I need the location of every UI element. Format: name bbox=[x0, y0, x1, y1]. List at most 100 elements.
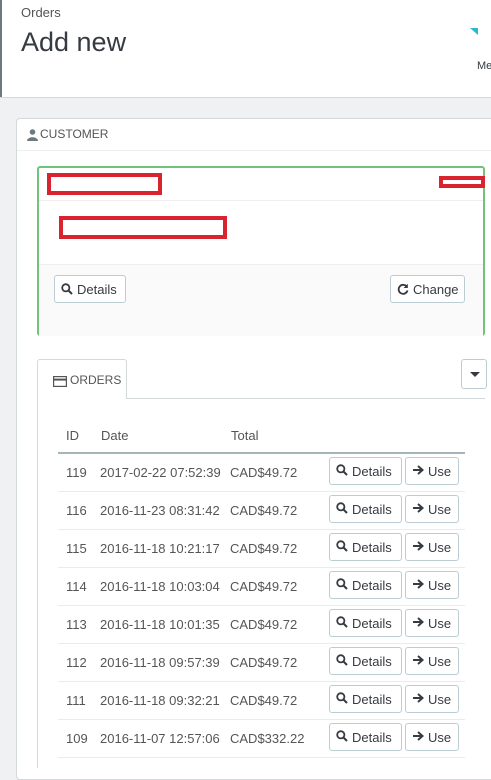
order-id: 114 bbox=[66, 579, 87, 594]
redacted-customer-email bbox=[59, 216, 227, 239]
use-order-button[interactable]: Use bbox=[405, 647, 459, 675]
customer-details-button[interactable]: Details bbox=[54, 275, 126, 303]
order-id: 115 bbox=[66, 541, 87, 556]
column-header-id: ID bbox=[66, 428, 79, 443]
arrow-right-icon bbox=[412, 464, 425, 479]
order-date: 2016-11-18 09:32:21 bbox=[100, 693, 220, 708]
order-date: 2016-11-23 08:31:42 bbox=[100, 503, 220, 518]
table-row: 111 2016-11-18 09:32:21 CAD$49.72 Details Us… bbox=[58, 681, 465, 720]
order-total: CAD$332.22 bbox=[230, 731, 305, 746]
caret-down-icon bbox=[470, 372, 480, 377]
order-total: CAD$49.72 bbox=[230, 541, 298, 556]
order-details-button[interactable]: Details bbox=[329, 457, 402, 485]
customer-card[interactable] bbox=[37, 166, 485, 336]
order-details-button[interactable]: Details bbox=[329, 723, 402, 751]
details-label: Details bbox=[77, 281, 117, 297]
order-date: 2016-11-18 09:57:39 bbox=[100, 655, 220, 670]
page-header: Orders Add new Me bbox=[0, 0, 491, 98]
order-date: 2017-02-22 07:52:39 bbox=[100, 465, 221, 480]
table-row: 116 2016-11-23 08:31:42 CAD$49.72 Details Us… bbox=[58, 491, 465, 530]
toolbar-icon[interactable] bbox=[470, 28, 478, 35]
search-icon bbox=[336, 577, 348, 593]
search-icon bbox=[336, 463, 348, 479]
tab-orders-label: ORDERS bbox=[70, 373, 122, 387]
order-id: 119 bbox=[66, 465, 87, 480]
more-options-dropdown[interactable] bbox=[461, 359, 487, 389]
details-label: Details bbox=[352, 577, 392, 593]
table-row: 112 2016-11-18 09:57:39 CAD$49.72 Details Us… bbox=[58, 643, 465, 682]
arrow-right-icon bbox=[412, 616, 425, 631]
search-icon bbox=[336, 539, 348, 555]
use-label: Use bbox=[428, 501, 452, 517]
order-id: 113 bbox=[66, 617, 87, 632]
search-icon bbox=[61, 283, 73, 295]
table-row: 109 2016-11-07 12:57:06 CAD$332.22 Details U… bbox=[58, 719, 465, 758]
details-label: Details bbox=[352, 729, 392, 745]
use-order-button[interactable]: Use bbox=[405, 457, 459, 485]
details-label: Details bbox=[352, 691, 392, 707]
arrow-right-icon bbox=[412, 692, 425, 707]
use-order-button[interactable]: Use bbox=[405, 685, 459, 713]
breadcrumb[interactable]: Orders bbox=[21, 5, 61, 20]
order-total: CAD$49.72 bbox=[230, 579, 298, 594]
order-id: 112 bbox=[66, 655, 87, 670]
panel-heading-label: CUSTOMER bbox=[40, 127, 109, 141]
order-total: CAD$49.72 bbox=[230, 655, 298, 670]
search-icon bbox=[336, 615, 348, 631]
search-icon bbox=[336, 501, 348, 517]
use-label: Use bbox=[428, 463, 452, 479]
redacted-customer-name bbox=[47, 173, 162, 195]
order-date: 2016-11-07 12:57:06 bbox=[100, 731, 220, 746]
order-date: 2016-11-18 10:01:35 bbox=[100, 617, 220, 632]
table-row: 119 2017-02-22 07:52:39 CAD$49.72 Details Us… bbox=[58, 453, 465, 492]
order-id: 109 bbox=[66, 731, 88, 746]
use-label: Use bbox=[428, 539, 452, 555]
order-details-button[interactable]: Details bbox=[329, 685, 402, 713]
details-label: Details bbox=[352, 463, 392, 479]
arrow-right-icon bbox=[412, 502, 425, 517]
order-date: 2016-11-18 10:03:04 bbox=[100, 579, 220, 594]
search-icon bbox=[336, 653, 348, 669]
order-details-button[interactable]: Details bbox=[329, 609, 402, 637]
table-row: 113 2016-11-18 10:01:35 CAD$49.72 Details Us… bbox=[58, 605, 465, 644]
use-order-button[interactable]: Use bbox=[405, 495, 459, 523]
arrow-right-icon bbox=[412, 540, 425, 555]
use-label: Use bbox=[428, 653, 452, 669]
order-details-button[interactable]: Details bbox=[329, 533, 402, 561]
user-icon bbox=[27, 128, 38, 146]
use-order-button[interactable]: Use bbox=[405, 723, 459, 751]
tab-orders[interactable]: ORDERS bbox=[37, 359, 127, 399]
order-total: CAD$49.72 bbox=[230, 617, 298, 632]
table-row: 114 2016-11-18 10:03:04 CAD$49.72 Details Us… bbox=[58, 567, 465, 606]
order-total: CAD$49.72 bbox=[230, 503, 298, 518]
order-id: 111 bbox=[66, 693, 86, 708]
order-details-button[interactable]: Details bbox=[329, 495, 402, 523]
change-label: Change bbox=[413, 281, 459, 297]
order-id: 116 bbox=[66, 503, 87, 518]
use-order-button[interactable]: Use bbox=[405, 571, 459, 599]
change-customer-button[interactable]: Change bbox=[390, 275, 465, 303]
arrow-right-icon bbox=[412, 578, 425, 593]
details-label: Details bbox=[352, 501, 392, 517]
order-details-button[interactable]: Details bbox=[329, 571, 402, 599]
use-label: Use bbox=[428, 729, 452, 745]
details-label: Details bbox=[352, 653, 392, 669]
redacted-customer-id bbox=[439, 176, 485, 188]
table-row: 115 2016-11-18 10:21:17 CAD$49.72 Details Us… bbox=[58, 529, 465, 568]
refresh-icon bbox=[397, 283, 409, 295]
order-date: 2016-11-18 10:21:17 bbox=[100, 541, 220, 556]
column-header-date: Date bbox=[101, 428, 129, 443]
sidebar-edge bbox=[0, 0, 2, 97]
order-details-button[interactable]: Details bbox=[329, 647, 402, 675]
panel-heading: CUSTOMER bbox=[17, 119, 491, 151]
credit-card-icon bbox=[53, 374, 68, 392]
use-label: Use bbox=[428, 577, 452, 593]
details-label: Details bbox=[352, 539, 392, 555]
page-title: Add new bbox=[21, 27, 127, 57]
order-total: CAD$49.72 bbox=[230, 693, 298, 708]
use-order-button[interactable]: Use bbox=[405, 533, 459, 561]
search-icon bbox=[336, 691, 348, 707]
use-order-button[interactable]: Use bbox=[405, 609, 459, 637]
use-label: Use bbox=[428, 615, 452, 631]
toolbar-label[interactable]: Me bbox=[477, 60, 491, 72]
